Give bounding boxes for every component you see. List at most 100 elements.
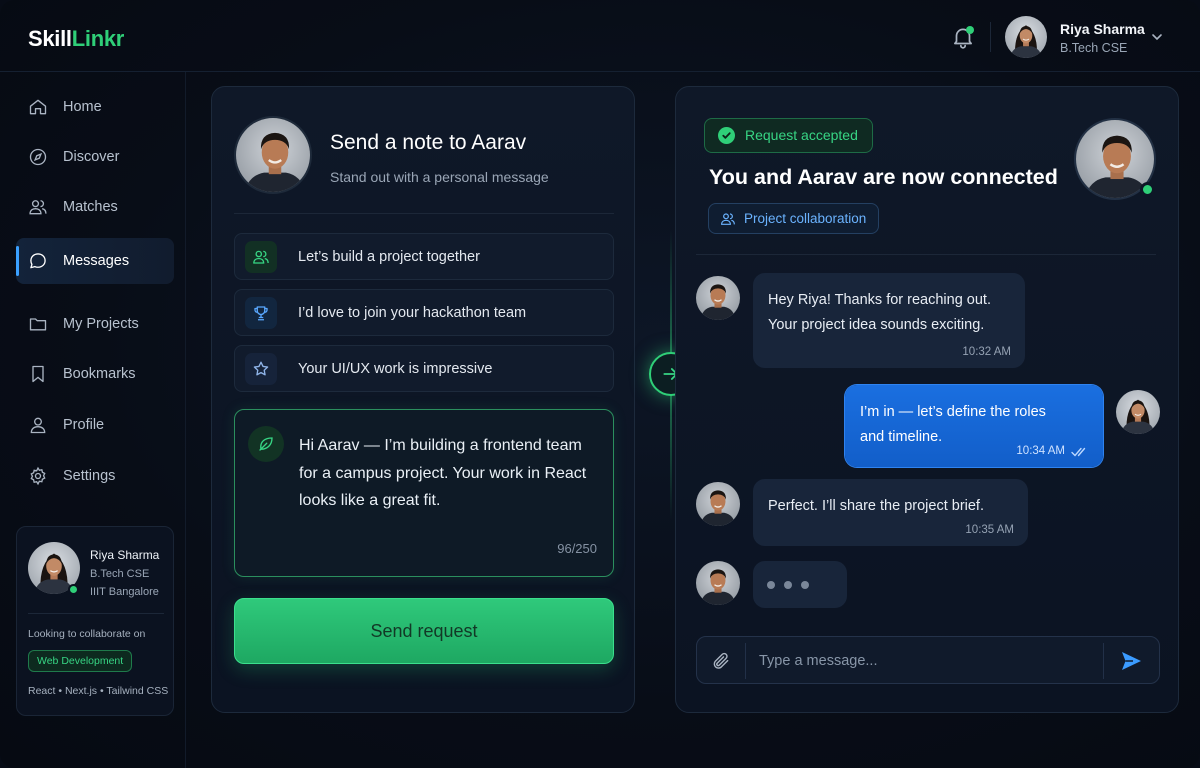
- sidebar-item-discover[interactable]: Discover: [16, 134, 174, 180]
- message-time: 10:32 AM: [962, 346, 1011, 358]
- suggestion-icon-box: [245, 353, 277, 385]
- chat-panel: Request accepted You and Aarav are now c…: [675, 86, 1179, 713]
- message-bubble: Perfect. I’ll share the project brief. 1…: [753, 479, 1028, 546]
- gear-icon: [30, 466, 46, 486]
- check-icon: [718, 127, 735, 144]
- profile-card[interactable]: Riya Sharma B.Tech CSE IIIT Bangalore Lo…: [16, 526, 174, 716]
- avatar[interactable]: [1005, 16, 1047, 58]
- sidebar-item-messages[interactable]: Messages: [16, 238, 174, 284]
- divider: [990, 22, 991, 52]
- message-line: Perfect. I’ll share the project brief.: [768, 498, 984, 514]
- message-bubble: Hey Riya! Thanks for reaching out. Your …: [753, 273, 1025, 368]
- context-badge-label: Project collaboration: [744, 211, 867, 226]
- sidebar-item-label: Profile: [63, 417, 105, 433]
- top-bar: SkillLinkr Riya Sharma B.Tech CSE: [0, 0, 1200, 72]
- sidebar-item-settings[interactable]: Settings: [16, 453, 174, 499]
- tech-stack: React • Next.js • Tailwind CSS: [28, 685, 169, 697]
- sidebar-item-matches[interactable]: Matches: [16, 184, 174, 230]
- sidebar-item-bookmarks[interactable]: Bookmarks: [16, 351, 174, 397]
- message-bubble-own: I’m in — let’s define the roles and time…: [845, 385, 1103, 467]
- avatar: [1116, 390, 1160, 434]
- paperclip-icon[interactable]: [711, 651, 731, 671]
- note-message[interactable]: Hi Aarav — I’m building a frontend team …: [299, 432, 599, 515]
- suggestion-text: Let’s build a project together: [298, 249, 480, 265]
- suggestion-icon-box: [245, 297, 277, 329]
- divider: [1103, 643, 1104, 679]
- sidebar-item-home[interactable]: Home: [16, 84, 174, 130]
- sidebar-item-label: Settings: [63, 468, 116, 484]
- sidebar-item-label: Home: [63, 99, 102, 115]
- star-icon: [253, 361, 269, 376]
- sidebar-item-label: Messages: [63, 253, 130, 269]
- chevron-down-icon[interactable]: [1150, 30, 1164, 44]
- profile-college: IIIT Bangalore: [90, 586, 159, 598]
- interest-tag[interactable]: Web Development: [28, 650, 133, 672]
- message-text: I’m in — let’s define the roles and time…: [860, 400, 1046, 450]
- users-icon: [29, 200, 47, 215]
- panel-subtitle: Stand out with a personal message: [330, 169, 549, 185]
- typing-dot: [801, 581, 809, 589]
- message-composer: [696, 636, 1160, 684]
- users-icon: [721, 213, 735, 225]
- sidebar-item-label: Bookmarks: [63, 366, 136, 382]
- sidebar-item-label: Discover: [63, 149, 120, 165]
- note-textarea[interactable]: Hi Aarav — I’m building a frontend team …: [234, 409, 614, 577]
- divider: [28, 613, 164, 614]
- avatar: [696, 561, 740, 605]
- sidebar-item-my-projects[interactable]: My Projects: [16, 301, 174, 347]
- message-text: Perfect. I’ll share the project brief.: [768, 494, 984, 519]
- message-text: Hey Riya! Thanks for reaching out. Your …: [768, 288, 991, 338]
- compass-icon: [29, 148, 47, 166]
- suggestion-chip[interactable]: Your UI/UX work is impressive: [234, 345, 614, 392]
- bookmark-icon: [32, 365, 44, 383]
- sidebar-item-label: My Projects: [63, 316, 139, 332]
- typing-dot: [767, 581, 775, 589]
- message-line: Your project idea sounds exciting.: [768, 317, 985, 333]
- profile-name: Riya Sharma: [90, 548, 160, 562]
- trophy-icon: [254, 306, 268, 321]
- typing-indicator: [753, 561, 847, 608]
- avatar: [696, 276, 740, 320]
- profile-program: B.Tech CSE: [90, 568, 150, 580]
- leaf-icon: [248, 426, 284, 462]
- send-icon[interactable]: [1119, 649, 1143, 673]
- sidebar-item-label: Matches: [63, 199, 118, 215]
- connection-title: You and Aarav are now connected: [709, 165, 1058, 189]
- user-name[interactable]: Riya Sharma: [1060, 21, 1145, 37]
- divider: [234, 213, 614, 214]
- send-request-button[interactable]: Send request: [234, 598, 614, 664]
- status-badge: Request accepted: [704, 118, 873, 153]
- looking-label: Looking to collaborate on: [28, 628, 146, 640]
- double-check-icon: [1071, 447, 1086, 457]
- message-line: Hey Riya! Thanks for reaching out.: [768, 292, 991, 308]
- avatar: [234, 116, 312, 194]
- suggestion-text: I’d love to join your hackathon team: [298, 305, 527, 321]
- message-time: 10:35 AM: [965, 524, 1014, 536]
- online-indicator: [1140, 182, 1155, 197]
- user-icon: [30, 417, 46, 434]
- message-line: I’m in — let’s define the roles: [860, 404, 1046, 420]
- divider: [745, 643, 746, 679]
- sidebar-item-profile[interactable]: Profile: [16, 402, 174, 448]
- suggestion-chip[interactable]: Let’s build a project together: [234, 233, 614, 280]
- suggestion-icon-box: [245, 241, 277, 273]
- chat-bubble-icon: [30, 253, 46, 269]
- sidebar: Home Discover Matches Messages My Projec…: [0, 72, 186, 768]
- home-icon: [29, 99, 47, 115]
- suggestion-chip[interactable]: I’d love to join your hackathon team: [234, 289, 614, 336]
- char-counter: 96/250: [557, 541, 597, 556]
- brand-logo-part1: Skill: [28, 26, 72, 51]
- avatar: [696, 482, 740, 526]
- divider: [696, 254, 1156, 255]
- panel-title: Send a note to Aarav: [330, 131, 527, 154]
- folder-icon: [29, 318, 47, 331]
- typing-dot: [784, 581, 792, 589]
- send-note-panel: Send a note to Aarav Stand out with a pe…: [211, 86, 635, 713]
- app-window: SkillLinkr Riya Sharma B.Tech CSE Home D…: [0, 0, 1200, 768]
- message-input[interactable]: [759, 647, 1089, 675]
- message-time: 10:34 AM: [1016, 445, 1065, 457]
- suggestion-text: Your UI/UX work is impressive: [298, 361, 493, 377]
- users-icon: [253, 250, 269, 264]
- brand-logo[interactable]: SkillLinkr: [28, 26, 124, 52]
- status-badge-label: Request accepted: [745, 127, 858, 143]
